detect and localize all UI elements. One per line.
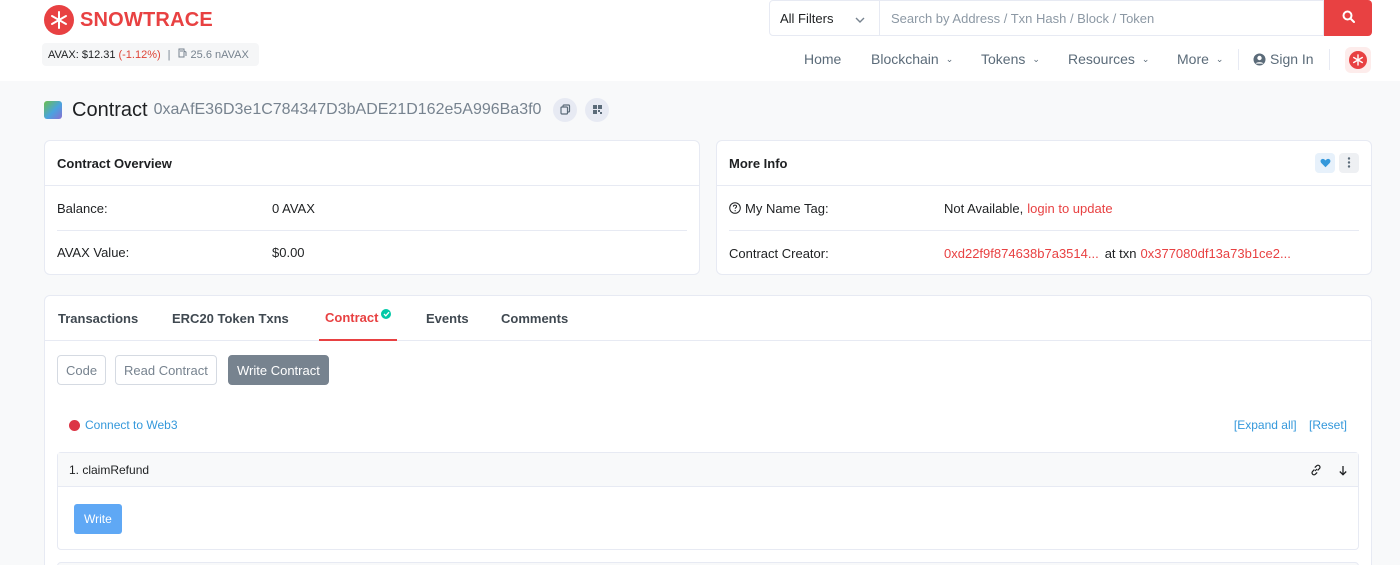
page-title: Contract 0xaAfE36D3e1C784347D3bADE21D162…	[44, 97, 610, 123]
qr-code-icon	[592, 103, 603, 118]
contract-creator-row: Contract Creator: 0xd22f9f874638b7a3514.…	[729, 231, 1359, 275]
avax-value-value: $0.00	[272, 244, 305, 260]
function-label: 1. claimRefund	[69, 462, 150, 477]
contract-tabs-card: Transactions ERC20 Token Txns Contract E…	[44, 295, 1372, 565]
balance-value: 0 AVAX	[272, 200, 315, 216]
read-contract-button[interactable]: Read Contract	[115, 355, 217, 385]
snowtrace-logo-icon	[44, 5, 74, 35]
page-title-label: Contract	[72, 98, 148, 121]
brand-name: SNOWTRACE	[80, 8, 213, 31]
question-circle-icon	[729, 202, 741, 214]
ellipsis-vertical-icon	[1347, 156, 1351, 171]
nav-home-label: Home	[804, 51, 842, 67]
main-nav: Home Blockchain ⌄ Tokens ⌄ Resources ⌄ M…	[0, 46, 1400, 73]
avalanche-logo-icon	[1349, 51, 1367, 69]
tab-erc20-token-txns[interactable]: ERC20 Token Txns	[172, 296, 289, 341]
more-options-button[interactable]	[1339, 153, 1359, 173]
search-bar: All Filters	[769, 0, 1372, 36]
nav-divider	[1238, 49, 1239, 70]
more-info-heading: More Info	[729, 155, 788, 171]
connect-web3-label: Connect to Web3	[85, 418, 178, 432]
balance-label: Balance:	[57, 200, 108, 216]
chevron-down-icon: ⌄	[1141, 53, 1150, 64]
search-filter-label: All Filters	[780, 10, 834, 26]
chevron-down-icon	[855, 11, 865, 26]
name-tag-value-group: Not Available, login to update	[944, 186, 1113, 230]
more-info-header: More Info	[717, 141, 1371, 186]
site-header: SNOWTRACE AVAX: $12.31 (-1.12%) | 25.6 n…	[0, 0, 1400, 81]
nav-more-label: More	[1177, 51, 1209, 67]
nav-tokens[interactable]: Tokens ⌄	[981, 46, 1040, 72]
function-header[interactable]: 1. claimRefund	[58, 453, 1358, 487]
nav-more[interactable]: More ⌄	[1177, 46, 1223, 72]
search-filter-select[interactable]: All Filters	[769, 0, 880, 36]
creator-txn-link[interactable]: 0x377080df13a73b1ce2...	[1141, 246, 1291, 261]
write-contract-button[interactable]: Write Contract	[228, 355, 329, 385]
arrow-down-icon[interactable]	[1338, 465, 1348, 476]
contract-creator-label: Contract Creator:	[729, 245, 829, 261]
search-input[interactable]	[880, 0, 1324, 36]
tab-events[interactable]: Events	[426, 296, 469, 341]
disconnected-status-icon	[69, 419, 80, 431]
login-to-update-link[interactable]: login to update	[1027, 201, 1112, 216]
favorite-button[interactable]	[1315, 153, 1335, 173]
expand-all-link[interactable]: [Expand all]	[1234, 418, 1297, 432]
name-tag-row: My Name Tag: Not Available, login to upd…	[729, 186, 1359, 230]
tab-contract[interactable]: Contract	[319, 296, 398, 341]
avax-value-label: AVAX Value:	[57, 244, 130, 260]
balance-row: Balance: 0 AVAX	[57, 186, 687, 230]
contract-address: 0xaAfE36D3e1C784347D3bADE21D162e5A996Ba3…	[153, 101, 542, 118]
code-button[interactable]: Code	[57, 355, 107, 385]
name-tag-label: My Name Tag:	[745, 200, 829, 216]
nav-tokens-label: Tokens	[981, 51, 1026, 67]
qr-code-button[interactable]	[585, 98, 610, 122]
contract-identicon-icon	[44, 101, 62, 119]
nav-resources[interactable]: Resources ⌄	[1068, 46, 1149, 72]
search-button[interactable]	[1324, 0, 1372, 36]
nav-home[interactable]: Home	[804, 46, 841, 72]
user-circle-icon	[1253, 53, 1266, 66]
chevron-down-icon: ⌄	[1215, 53, 1224, 64]
copy-address-button[interactable]	[553, 98, 578, 122]
nav-blockchain-label: Blockchain	[871, 51, 939, 67]
connect-web3-link[interactable]: Connect to Web3	[69, 418, 178, 432]
contract-overview-card: Contract Overview Balance: 0 AVAX AVAX V…	[44, 140, 700, 275]
contract-creator-value-group: 0xd22f9f874638b7a3514... at txn 0x377080…	[944, 231, 1291, 275]
tab-transactions[interactable]: Transactions	[58, 296, 138, 341]
function-header-icons	[1310, 453, 1348, 487]
creator-address-link[interactable]: 0xd22f9f874638b7a3514...	[944, 246, 1099, 261]
chevron-down-icon: ⌄	[945, 53, 954, 64]
copy-icon	[560, 103, 571, 118]
name-tag-value: Not Available,	[944, 200, 1024, 216]
nav-blockchain[interactable]: Blockchain ⌄	[871, 46, 953, 72]
tab-bar: Transactions ERC20 Token Txns Contract E…	[45, 296, 1371, 341]
creator-at-txn-label: at txn	[1104, 245, 1137, 261]
function-claim-refund: 1. claimRefund Write	[57, 452, 1359, 550]
nav-divider	[1329, 49, 1330, 70]
heart-icon	[1320, 156, 1331, 171]
avax-value-row: AVAX Value: $0.00	[57, 230, 687, 274]
tab-comments[interactable]: Comments	[501, 296, 568, 341]
verified-check-icon	[381, 308, 392, 319]
reset-link[interactable]: [Reset]	[1309, 418, 1347, 432]
write-function-button[interactable]: Write	[74, 504, 122, 534]
site-logo[interactable]: SNOWTRACE	[44, 5, 213, 35]
accordion-controls: [Expand all] [Reset]	[1225, 418, 1347, 432]
sign-in-link[interactable]: Sign In	[1253, 46, 1314, 72]
contract-overview-heading: Contract Overview	[45, 141, 699, 186]
chevron-down-icon: ⌄	[1032, 53, 1040, 64]
more-info-card: More Info My Name Tag: Not Available, lo…	[716, 140, 1372, 275]
network-switch-button[interactable]	[1345, 47, 1371, 73]
link-icon[interactable]	[1310, 464, 1322, 476]
nav-resources-label: Resources	[1068, 51, 1135, 67]
tab-contract-label: Contract	[325, 310, 379, 325]
search-icon	[1342, 10, 1355, 26]
sign-in-label: Sign In	[1270, 51, 1314, 67]
